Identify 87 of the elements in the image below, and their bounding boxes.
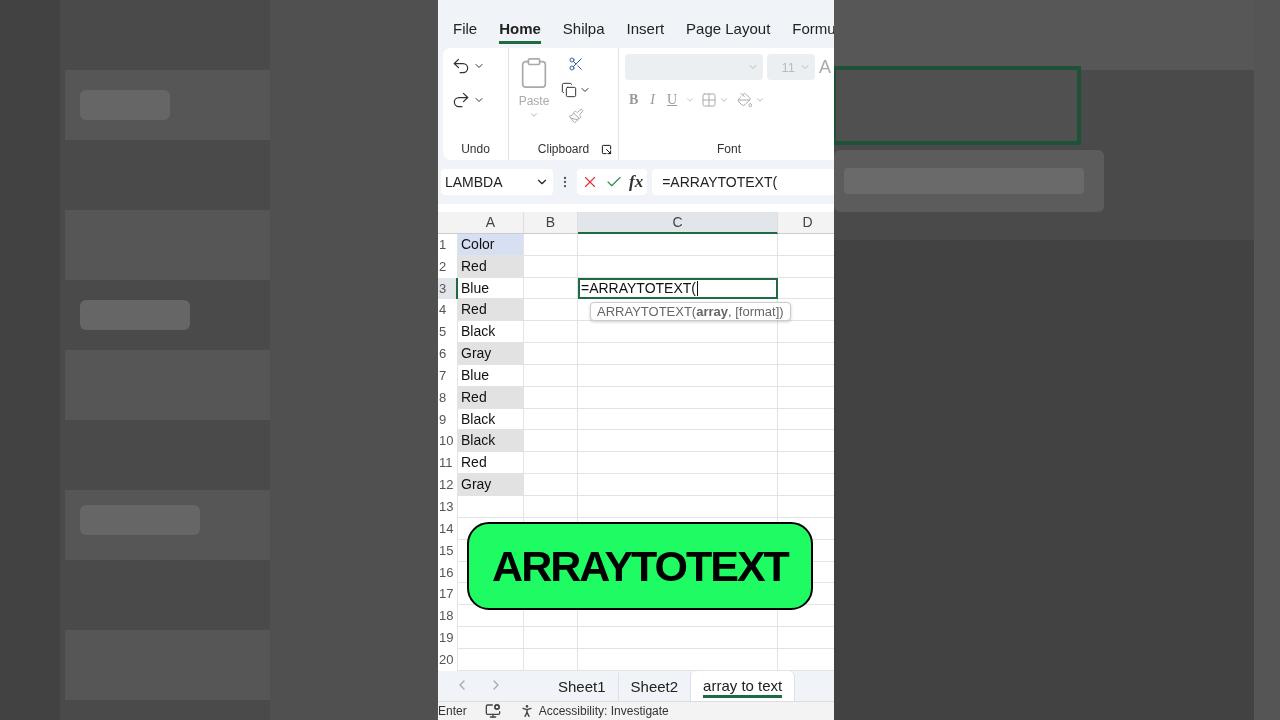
row-header[interactable]: 12: [438, 474, 458, 496]
paint-bucket-icon: [737, 92, 754, 108]
column-header[interactable]: B: [524, 212, 578, 234]
sheet-tab[interactable]: array to text: [691, 670, 796, 701]
table-cell: Black: [458, 321, 524, 344]
row-header[interactable]: 14: [438, 517, 458, 540]
scissors-icon: [568, 56, 584, 72]
table-cell: [524, 386, 578, 409]
table-cell: Black: [458, 430, 524, 453]
title-banner: ARRAYTOTEXT: [467, 522, 813, 610]
paintbrush-icon: [568, 108, 584, 124]
insert-function-button[interactable]: fx: [629, 172, 644, 192]
table-cell: [524, 627, 578, 649]
ribbon-tab[interactable]: Page Layout: [686, 20, 771, 44]
table-cell: [524, 430, 578, 453]
sheet-tab[interactable]: Sheet1: [546, 672, 619, 701]
table-cell: Black: [458, 408, 524, 431]
group-label: Clipboard: [537, 142, 590, 156]
function-tooltip: ARRAYTOTEXT(array, [format]): [590, 301, 791, 321]
formula-field[interactable]: =ARRAYTOTEXT(: [652, 169, 834, 195]
row-header[interactable]: 3: [438, 277, 458, 300]
table-cell: [524, 474, 578, 496]
group-label: Undo: [461, 142, 490, 156]
table-cell: [524, 299, 578, 322]
chevron-icon: [685, 95, 696, 105]
row-header[interactable]: 15: [438, 539, 458, 562]
ribbon-tab[interactable]: Shilpa: [562, 20, 605, 44]
table-cell: Blue: [458, 277, 524, 300]
name-box[interactable]: LAMBDA: [441, 169, 553, 195]
table-cell: [524, 233, 578, 256]
active-cell[interactable]: =ARRAYTOTEXT(: [578, 277, 778, 300]
chevron-icon: [755, 95, 766, 105]
row-header[interactable]: 9: [438, 408, 458, 431]
ribbon-tab[interactable]: Insert: [626, 20, 665, 44]
accessibility-status[interactable]: Accessibility: Investigate: [538, 703, 669, 718]
table-cell: [524, 648, 578, 671]
chevron-icon: [719, 95, 730, 105]
redo-icon: [451, 90, 471, 110]
row-header[interactable]: 18: [438, 605, 458, 628]
group-label: Font: [717, 142, 741, 156]
row-header[interactable]: 19: [438, 627, 458, 649]
table-cell: [524, 408, 578, 431]
table-cell: [524, 495, 578, 518]
paste-label: Paste: [518, 94, 550, 108]
chevron-icon: [529, 110, 539, 120]
row-header[interactable]: 17: [438, 583, 458, 606]
table-cell: Blue: [458, 364, 524, 387]
font-name-field[interactable]: [625, 54, 763, 80]
row-header[interactable]: 1: [438, 233, 458, 256]
grid-icon: [701, 92, 718, 108]
table-cell: [524, 452, 578, 475]
macro-icon[interactable]: [484, 702, 501, 719]
table-cell: Gray: [458, 343, 524, 365]
table-cell: Red: [458, 386, 524, 409]
ribbon-tab[interactable]: Home: [499, 20, 541, 44]
row-header[interactable]: 20: [438, 648, 458, 671]
row-header[interactable]: 10: [438, 430, 458, 453]
table-cell: Gray: [458, 474, 524, 496]
status-mode: Enter: [438, 703, 467, 718]
table-cell: [524, 343, 578, 365]
format-painter-button[interactable]: [566, 106, 586, 126]
row-header[interactable]: 13: [438, 495, 458, 518]
table-cell: [524, 255, 578, 278]
row-header[interactable]: 7: [438, 364, 458, 387]
copy-icon: [561, 82, 577, 98]
table-cell: [524, 277, 578, 300]
ribbon-tab[interactable]: File: [453, 20, 478, 44]
row-header[interactable]: 16: [438, 561, 458, 584]
table-cell: Color: [458, 233, 524, 256]
row-header[interactable]: 4: [438, 299, 458, 322]
table-cell: Red: [458, 255, 524, 278]
text-cursor: [697, 280, 698, 296]
undo-icon: [451, 56, 471, 76]
row-header[interactable]: 6: [438, 343, 458, 365]
table-cell: Red: [458, 452, 524, 475]
row-header[interactable]: 8: [438, 386, 458, 409]
table-cell: Red: [458, 299, 524, 322]
table-cell: [524, 364, 578, 387]
ribbon-tab[interactable]: Formu: [792, 20, 834, 44]
table-cell: [524, 321, 578, 344]
column-header[interactable]: D: [778, 212, 834, 234]
column-header[interactable]: A: [458, 212, 524, 234]
row-header[interactable]: 2: [438, 255, 458, 278]
dialog-launcher-icon[interactable]: [601, 143, 612, 155]
column-header[interactable]: C: [578, 212, 778, 234]
row-header[interactable]: 5: [438, 321, 458, 344]
row-header[interactable]: 11: [438, 452, 458, 475]
